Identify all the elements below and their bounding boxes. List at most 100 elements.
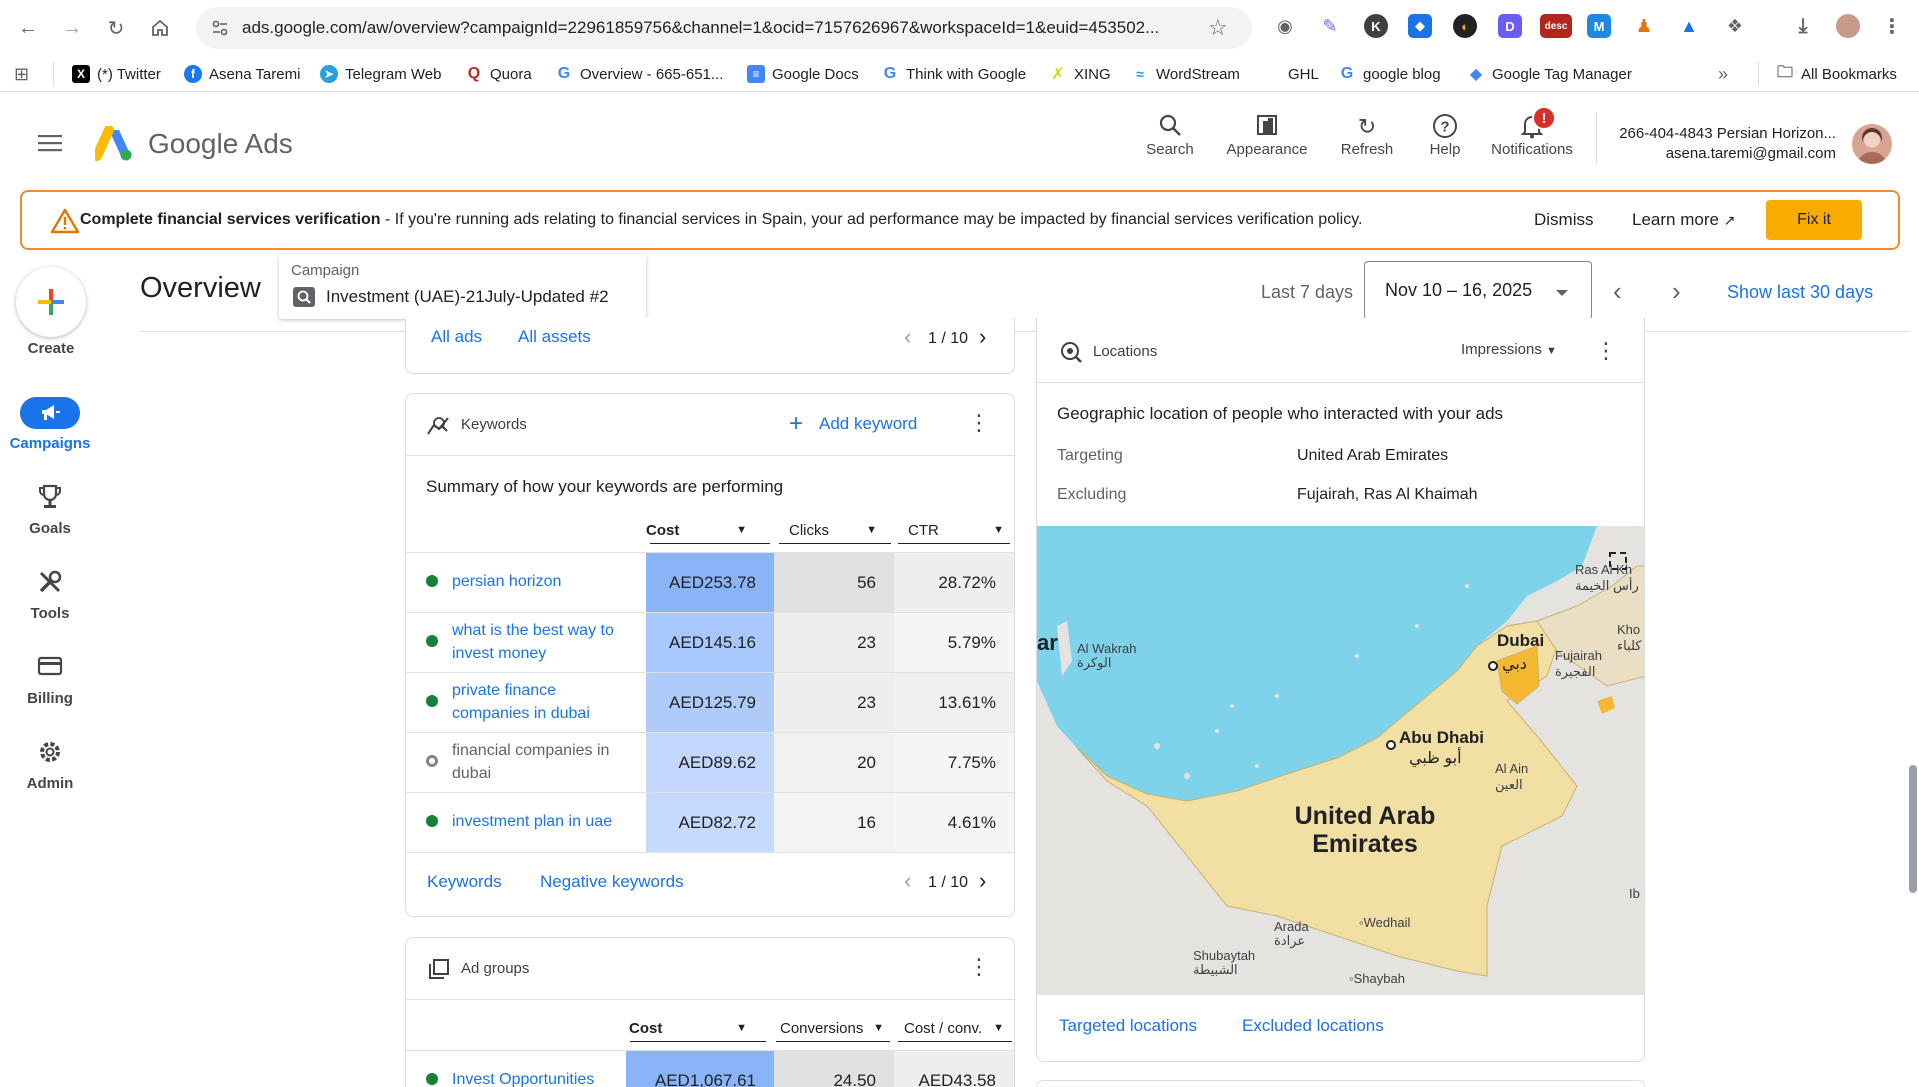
more-options-icon[interactable]: ⋮ [968,410,990,436]
learn-more-link[interactable]: Learn more ↗ [1632,210,1735,230]
nav-billing[interactable]: Billing [0,654,100,707]
half-moon-ext-icon[interactable]: ◐ [1453,14,1477,38]
bookmark-facebook[interactable]: f Asena Taremi [184,63,300,85]
page-scrollbar[interactable] [1909,765,1917,893]
table-row[interactable]: what is the best way to invest money AED… [406,612,1014,672]
column-header-ctr[interactable]: CTR ▼ [896,520,1014,540]
bookmark-think-with-google[interactable]: G Think with Google [881,63,1026,85]
nav-admin[interactable]: Admin [0,739,100,792]
nav-campaigns[interactable]: Campaigns [0,397,100,452]
bookmark-tag-manager[interactable]: ◆ Google Tag Manager [1467,63,1632,85]
table-row[interactable]: financial companies in dubai AED89.62 20… [406,732,1014,792]
bookmark-xing[interactable]: ✗ XING [1049,63,1111,85]
previous-period-icon[interactable]: ‹ [1613,276,1622,307]
show-last-30-days-link[interactable]: Show last 30 days [1727,282,1873,303]
column-header-cost[interactable]: Cost ▼ [617,1018,757,1038]
browser-menu-icon[interactable]: ⋮ [1880,14,1904,38]
keyword-link[interactable]: private finance companies in dubai [452,679,632,725]
keyword-link[interactable]: what is the best way to invest money [452,619,632,665]
bookmark-google-docs[interactable]: ≡ Google Docs [747,63,859,85]
dismiss-button[interactable]: Dismiss [1534,210,1594,230]
pen-ext-icon[interactable]: ✎ [1318,14,1342,38]
bookmark-star-icon[interactable]: ☆ [1208,15,1228,41]
desc-ext-icon[interactable]: desc [1540,14,1572,38]
next-page-icon[interactable]: › [979,324,986,350]
metric-selector[interactable]: Impressions ▼ [1461,341,1557,358]
account-avatar[interactable] [1852,124,1892,164]
screenshot-ext-icon[interactable]: ◉ [1273,14,1297,38]
table-row[interactable]: persian horizon AED253.78 56 28.72% [406,552,1014,612]
map-label: Dubai [1497,631,1545,650]
k-ext-icon[interactable]: K [1364,14,1388,38]
a-ext-icon[interactable]: ▲ [1677,14,1701,38]
bookmark-overview[interactable]: G Overview - 665-651... [555,63,723,85]
main-menu-icon[interactable] [38,133,62,158]
table-row[interactable]: investment plan in uae AED82.72 16 4.61% [406,792,1014,852]
keywords-table: persian horizon AED253.78 56 28.72% what… [406,552,1014,852]
table-row[interactable]: Invest Opportunities AED1,067.61 24.50 A… [406,1050,1014,1087]
excluded-locations-link[interactable]: Excluded locations [1242,1016,1384,1036]
bookmark-wordstream[interactable]: ≈ WordStream [1131,63,1240,85]
next-period-icon[interactable]: › [1672,276,1681,307]
bookmark-quora[interactable]: Q Quora [465,63,532,85]
profile-avatar-icon[interactable] [1836,14,1860,38]
tag-ext-icon[interactable]: ◆ [1408,14,1432,38]
create-button[interactable] [16,267,86,337]
bookmark-google-blog[interactable]: Ggoogle blog [1338,63,1441,85]
figure-ext-icon[interactable]: ♟ [1632,14,1656,38]
keywords-link[interactable]: Keywords [427,872,502,892]
facebook-icon: f [184,65,202,83]
google-ads-logo-icon[interactable] [92,125,133,167]
back-icon[interactable]: ← [12,12,44,44]
map-label-text: Arada [1274,919,1309,934]
site-info-icon[interactable] [210,18,230,43]
prev-page-icon[interactable]: ‹ [904,868,911,894]
column-header-clicks[interactable]: Clicks ▼ [777,520,887,540]
home-icon[interactable] [144,12,176,44]
date-range-picker[interactable]: Nov 10 – 16, 2025 [1364,261,1592,320]
m-ext-icon[interactable]: M [1587,14,1611,38]
bookmarks-overflow[interactable]: » [1718,63,1728,85]
all-bookmarks[interactable]: 🗀 All Bookmarks [1776,63,1897,85]
location-map[interactable]: ar Al Wakrah الوكرة Dubai دبي Abu Dhabi أ… [1037,526,1644,994]
all-assets-link[interactable]: All assets [518,327,591,347]
search-action[interactable]: Search [1140,113,1200,158]
address-bar[interactable]: ads.google.com/aw/overview?campaignId=22… [196,7,1252,49]
docs-icon: ≡ [747,65,765,83]
add-icon[interactable]: + [789,410,803,438]
forward-icon[interactable]: → [56,12,88,44]
bookmark-twitter[interactable]: X (*) Twitter [72,63,161,85]
ad-group-link[interactable]: Invest Opportunities [452,1068,632,1087]
more-options-icon[interactable]: ⋮ [968,954,990,980]
fix-it-button[interactable]: Fix it [1766,200,1862,240]
keyword-link[interactable]: investment plan in uae [452,810,632,833]
targeted-locations-link[interactable]: Targeted locations [1059,1016,1197,1036]
next-page-icon[interactable]: › [979,868,986,894]
prev-page-icon[interactable]: ‹ [904,324,911,350]
reload-icon[interactable]: ↻ [100,12,132,44]
help-action[interactable]: ? Help [1420,113,1470,158]
bookmark-ghl[interactable]: GHL [1288,63,1319,85]
column-header-cost[interactable]: Cost ▼ [634,520,757,540]
appearance-action[interactable]: Appearance [1222,113,1312,158]
apps-grid-icon[interactable]: ⊞ [14,64,29,85]
refresh-action[interactable]: ↻ Refresh [1332,113,1402,158]
table-row[interactable]: private finance companies in dubai AED12… [406,672,1014,732]
keyword-link[interactable]: financial companies in dubai [452,739,632,785]
column-header-cost-per-conv[interactable]: Cost / conv. ▼ [892,1018,1014,1038]
column-header-conversions[interactable]: Conversions ▼ [768,1018,894,1038]
extensions-puzzle-icon[interactable]: ❖ [1723,14,1747,38]
nav-goals[interactable]: Goals [0,484,100,537]
nav-tools[interactable]: Tools [0,569,100,622]
all-ads-link[interactable]: All ads [431,327,482,347]
add-keyword-button[interactable]: Add keyword [819,414,917,434]
campaign-selector[interactable]: Campaign Investment (UAE)-21July-Updated… [279,254,646,319]
download-icon[interactable]: ⤓ [1791,14,1815,38]
account-switcher[interactable]: 266-404-4843 Persian Horizon... asena.ta… [1606,124,1836,164]
bookmark-telegram[interactable]: ➤ Telegram Web [320,63,441,85]
sort-arrow-icon: ▼ [873,1022,884,1034]
negative-keywords-link[interactable]: Negative keywords [540,872,684,892]
more-options-icon[interactable]: ⋮ [1595,338,1617,364]
keyword-link[interactable]: persian horizon [452,570,632,593]
d-ext-icon[interactable]: D [1498,14,1522,38]
